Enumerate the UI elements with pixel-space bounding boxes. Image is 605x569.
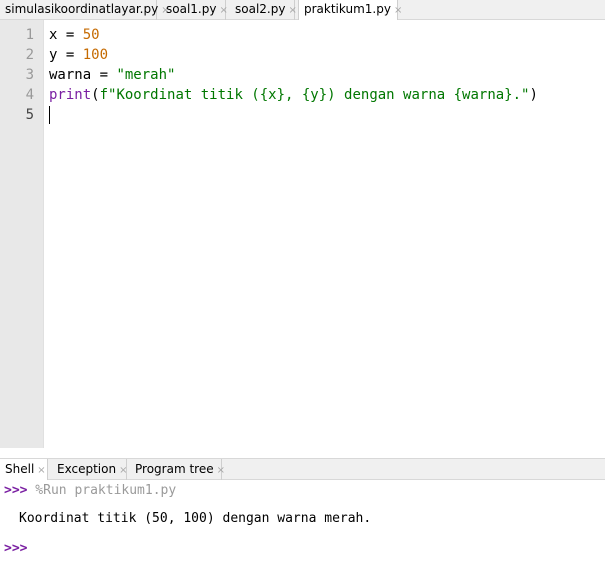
code-text: (: [91, 87, 100, 103]
line-number: 3: [25, 67, 34, 83]
code-text: y =: [49, 47, 83, 63]
line-number: 1: [25, 27, 34, 43]
close-icon[interactable]: ×: [119, 465, 127, 476]
line-number-gutter: 1 2 3 4 5: [0, 20, 44, 448]
code-line[interactable]: x = 50: [49, 25, 538, 45]
tab-label: Exception: [57, 462, 117, 476]
close-icon[interactable]: ×: [217, 465, 225, 476]
shell-run-line: >>> %Run praktikum1.py: [4, 483, 176, 498]
code-editor[interactable]: 1 2 3 4 5 x = 50 y = 100 warna = "merah"…: [0, 20, 605, 448]
tab-soal2[interactable]: soal2.py ×: [230, 0, 297, 20]
code-text: ): [529, 87, 538, 103]
tab-program-tree[interactable]: Program tree ×: [130, 459, 225, 480]
tab-label: simulasikoordinatlayar.py: [5, 2, 159, 16]
shell-tab-bar: Shell × Exception × Program tree ×: [0, 458, 605, 480]
close-icon[interactable]: ×: [37, 465, 45, 476]
close-icon[interactable]: ×: [394, 5, 402, 16]
tab-soal1[interactable]: soal1.py ×: [161, 0, 228, 20]
builtin-function: print: [49, 87, 92, 103]
code-line[interactable]: warna = "merah": [49, 65, 538, 85]
line-number: 4: [25, 87, 34, 103]
tab-label: soal1.py: [166, 2, 217, 16]
shell-console[interactable]: >>> %Run praktikum1.py Koordinat titik (…: [0, 480, 605, 569]
shell-output: Koordinat titik (50, 100) dengan warna m…: [19, 511, 372, 526]
shell-prompt: >>>: [4, 541, 28, 556]
tab-label: soal2.py: [235, 2, 286, 16]
string-literal: "merah": [116, 67, 176, 83]
line-number: 2: [25, 47, 34, 63]
string-literal: f"Koordinat titik ({x}, {y}) dengan warn…: [99, 87, 530, 103]
shell-prompt: >>>: [4, 483, 28, 498]
tab-label: praktikum1.py: [304, 2, 391, 16]
tab-praktikum1[interactable]: praktikum1.py ×: [298, 0, 402, 21]
tab-exception[interactable]: Exception ×: [52, 459, 127, 480]
tab-shell[interactable]: Shell ×: [0, 459, 48, 480]
tab-label: Program tree: [135, 462, 214, 476]
number-literal: 100: [82, 47, 109, 63]
code-text: x =: [49, 27, 83, 43]
code-lines[interactable]: x = 50 y = 100 warna = "merah" print(f"K…: [49, 25, 538, 125]
code-text: warna =: [49, 67, 117, 83]
editor-tab-bar: simulasikoordinatlayar.py × soal1.py × soa…: [0, 0, 605, 21]
close-icon[interactable]: ×: [219, 5, 227, 16]
shell-input-line[interactable]: >>>: [4, 541, 27, 556]
code-line[interactable]: [49, 105, 538, 125]
number-literal: 50: [82, 27, 100, 43]
line-number: 5: [25, 107, 34, 123]
close-icon[interactable]: ×: [288, 5, 296, 16]
shell-command: %Run praktikum1.py: [27, 483, 177, 498]
tab-simulasikoordinatlayar[interactable]: simulasikoordinatlayar.py ×: [0, 0, 170, 20]
tab-label: Shell: [5, 462, 35, 476]
text-cursor: [49, 106, 50, 124]
code-line[interactable]: print(f"Koordinat titik ({x}, {y}) denga…: [49, 85, 538, 105]
code-line[interactable]: y = 100: [49, 45, 538, 65]
